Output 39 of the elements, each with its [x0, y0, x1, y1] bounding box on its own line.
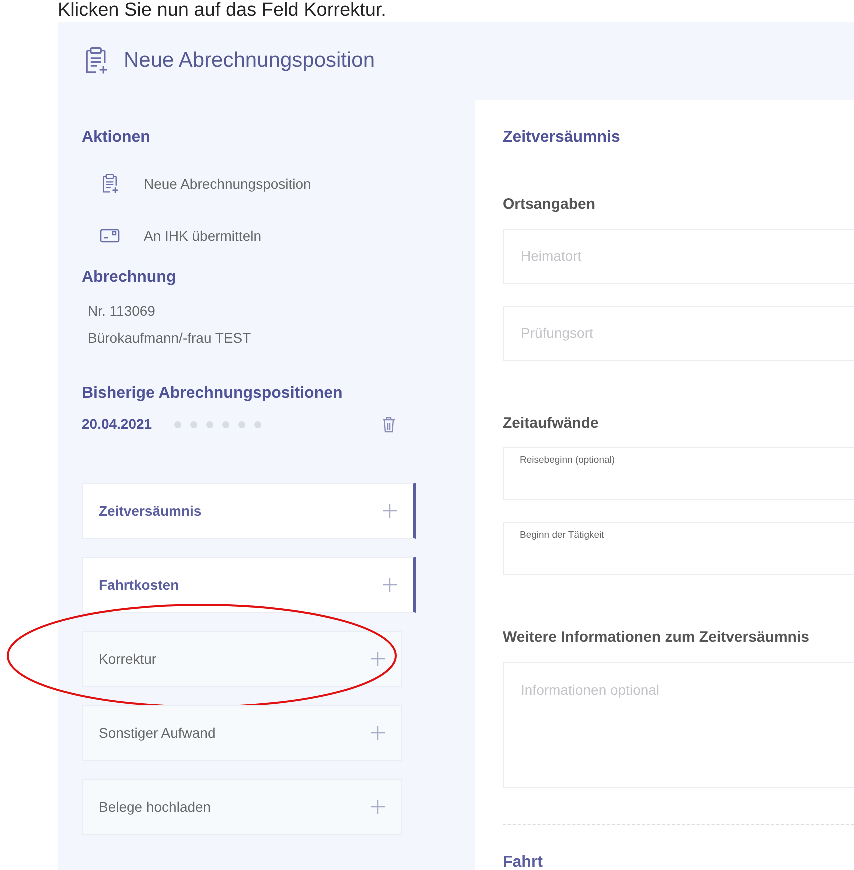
- plus-icon: [383, 578, 397, 592]
- plus-icon: [383, 504, 397, 518]
- action-link[interactable]: An IHK übermitteln: [144, 226, 262, 246]
- group-heading: Ortsangaben: [503, 195, 597, 215]
- section-label: Zeitversäumnis: [99, 502, 202, 520]
- text-area[interactable]: Informationen optional: [503, 662, 854, 788]
- section-label: Korrektur: [99, 650, 157, 668]
- section-heading: Fahrt: [503, 852, 544, 870]
- section-heading: Aktionen: [82, 128, 152, 148]
- input-field[interactable]: Prüfungsort: [503, 306, 854, 360]
- clipboard-plus-icon: [100, 174, 120, 194]
- group-heading: Zeitaufwände: [503, 414, 600, 434]
- section-label: Sonstiger Aufwand: [99, 724, 216, 743]
- input-field[interactable]: Heimatort: [503, 228, 854, 284]
- section-heading: Bisherige Abrechnungspositionen: [82, 384, 344, 404]
- group-heading: Weitere Informationen zum Zeitversäumnis: [503, 628, 810, 648]
- trash-icon[interactable]: [382, 416, 396, 432]
- input-field[interactable]: Reisebeginn (optional): [503, 447, 854, 500]
- section-item[interactable]: Sonstiger Aufwand: [82, 705, 402, 761]
- section-label: Belege hochladen: [99, 798, 212, 817]
- plus-icon: [371, 652, 385, 666]
- dots-icon: [174, 420, 262, 428]
- section-item[interactable]: Korrektur: [82, 631, 402, 687]
- input-field[interactable]: Beginn der Tätigkeit: [503, 522, 854, 575]
- billing-info: Bürokaufmann/-frau TEST: [87, 329, 252, 348]
- section-heading: Abrechnung: [82, 268, 178, 288]
- section-label: Fahrtkosten: [99, 576, 180, 594]
- plus-icon: [371, 800, 385, 814]
- plus-icon: [371, 726, 385, 740]
- section-item[interactable]: Zeitversäumnis: [82, 483, 416, 539]
- instruction-text: Klicken Sie nun auf das Feld Korrektur.: [58, 0, 388, 22]
- section-item[interactable]: Belege hochladen: [82, 779, 402, 835]
- form-title: Zeitversäumnis: [503, 128, 622, 148]
- card-icon: [100, 228, 120, 244]
- action-link[interactable]: Neue Abrechnungsposition: [144, 174, 312, 194]
- section-item[interactable]: Fahrtkosten: [82, 557, 416, 613]
- billing-info: Nr. 113069: [87, 302, 156, 321]
- entry-date[interactable]: 20.04.2021: [82, 414, 152, 435]
- page-title: Neue Abrechnungsposition: [124, 48, 376, 74]
